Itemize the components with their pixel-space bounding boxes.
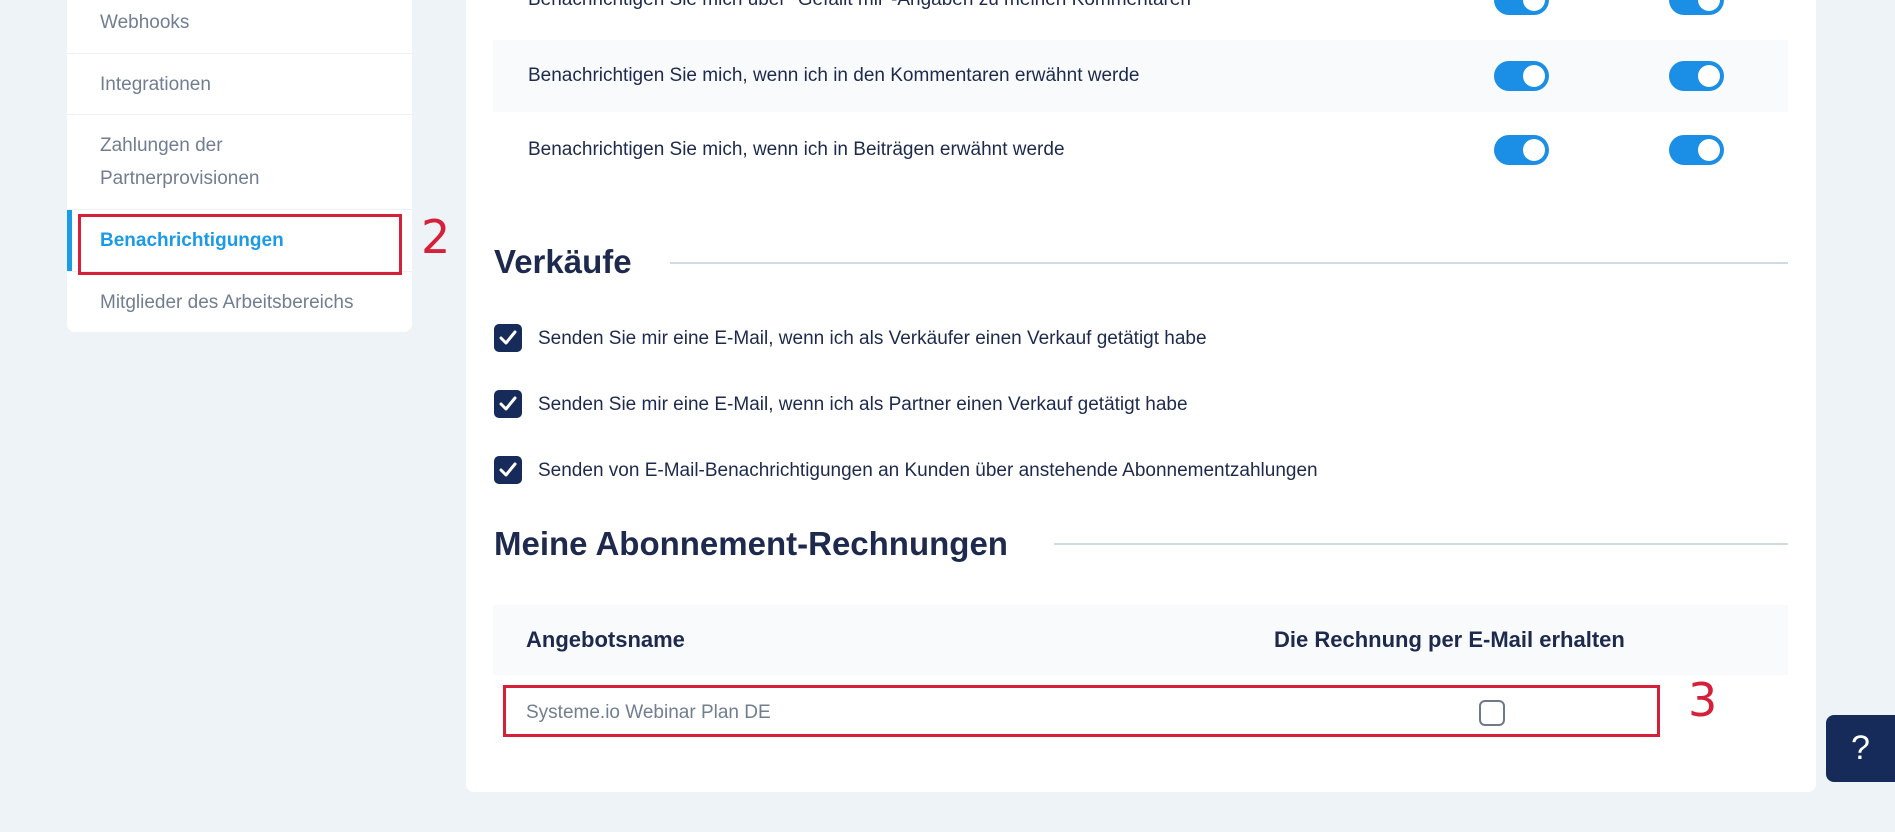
annotation-number: 3 xyxy=(1688,673,1718,727)
check-icon xyxy=(499,462,517,477)
notification-row: Benachrichtigen Sie mich über "Gefällt m… xyxy=(493,0,1788,36)
section-divider xyxy=(670,262,1788,264)
app-toggle[interactable] xyxy=(1669,135,1724,165)
sidebar-item-label: Zahlungen der Partnerprovisionen xyxy=(100,135,260,189)
annotation-box-invoice-row xyxy=(503,685,1660,737)
column-header: Die Rechnung per E-Mail erhalten xyxy=(1274,627,1625,652)
sidebar-item-label: Integrationen xyxy=(100,74,211,95)
email-toggle[interactable] xyxy=(1494,0,1549,15)
settings-sidebar: Webhooks Integrationen Zahlungen der Par… xyxy=(67,0,412,332)
notification-row: Benachrichtigen Sie mich, wenn ich in Be… xyxy=(493,114,1788,186)
app-toggle[interactable] xyxy=(1669,61,1724,91)
notification-label: Benachrichtigen Sie mich, wenn ich in Be… xyxy=(528,139,1065,160)
section-title-invoices: Meine Abonnement-Rechnungen xyxy=(494,525,1008,562)
notification-row: Benachrichtigen Sie mich, wenn ich in de… xyxy=(493,40,1788,112)
notification-label: Benachrichtigen Sie mich über "Gefällt m… xyxy=(528,0,1191,11)
annotation-box-notifications xyxy=(78,214,402,275)
checkbox-checked[interactable] xyxy=(494,456,522,484)
sidebar-item-webhooks[interactable]: Webhooks xyxy=(67,0,412,54)
sidebar-item-workspace-members[interactable]: Mitglieder des Arbeitsbereichs xyxy=(67,272,412,332)
email-toggle[interactable] xyxy=(1494,135,1549,165)
column-header: Angebotsname xyxy=(526,627,685,652)
section-divider xyxy=(1054,543,1788,545)
checkbox-checked[interactable] xyxy=(494,324,522,352)
sales-option-label: Senden Sie mir eine E-Mail, wenn ich als… xyxy=(538,394,1188,415)
sidebar-item-partner-commissions[interactable]: Zahlungen der Partnerprovisionen xyxy=(67,115,412,210)
help-button[interactable]: ? xyxy=(1826,715,1895,782)
sidebar-item-label: Mitglieder des Arbeitsbereichs xyxy=(100,292,354,313)
sales-option-label: Senden Sie mir eine E-Mail, wenn ich als… xyxy=(538,328,1207,349)
notifications-panel: Benachrichtigen Sie mich über "Gefällt m… xyxy=(466,0,1816,792)
sidebar-item-integrations[interactable]: Integrationen xyxy=(67,54,412,115)
check-icon xyxy=(499,330,517,345)
sidebar-item-label: Webhooks xyxy=(100,12,190,33)
notification-label: Benachrichtigen Sie mich, wenn ich in de… xyxy=(528,65,1140,86)
sales-option-label: Senden von E-Mail-Benachrichtigungen an … xyxy=(538,460,1318,481)
section-title-sales: Verkäufe xyxy=(494,243,632,280)
invoices-table-header: Angebotsname Die Rechnung per E-Mail erh… xyxy=(493,605,1788,675)
app-toggle[interactable] xyxy=(1669,0,1724,15)
check-icon xyxy=(499,396,517,411)
email-toggle[interactable] xyxy=(1494,61,1549,91)
annotation-number: 2 xyxy=(421,210,451,264)
checkbox-checked[interactable] xyxy=(494,390,522,418)
